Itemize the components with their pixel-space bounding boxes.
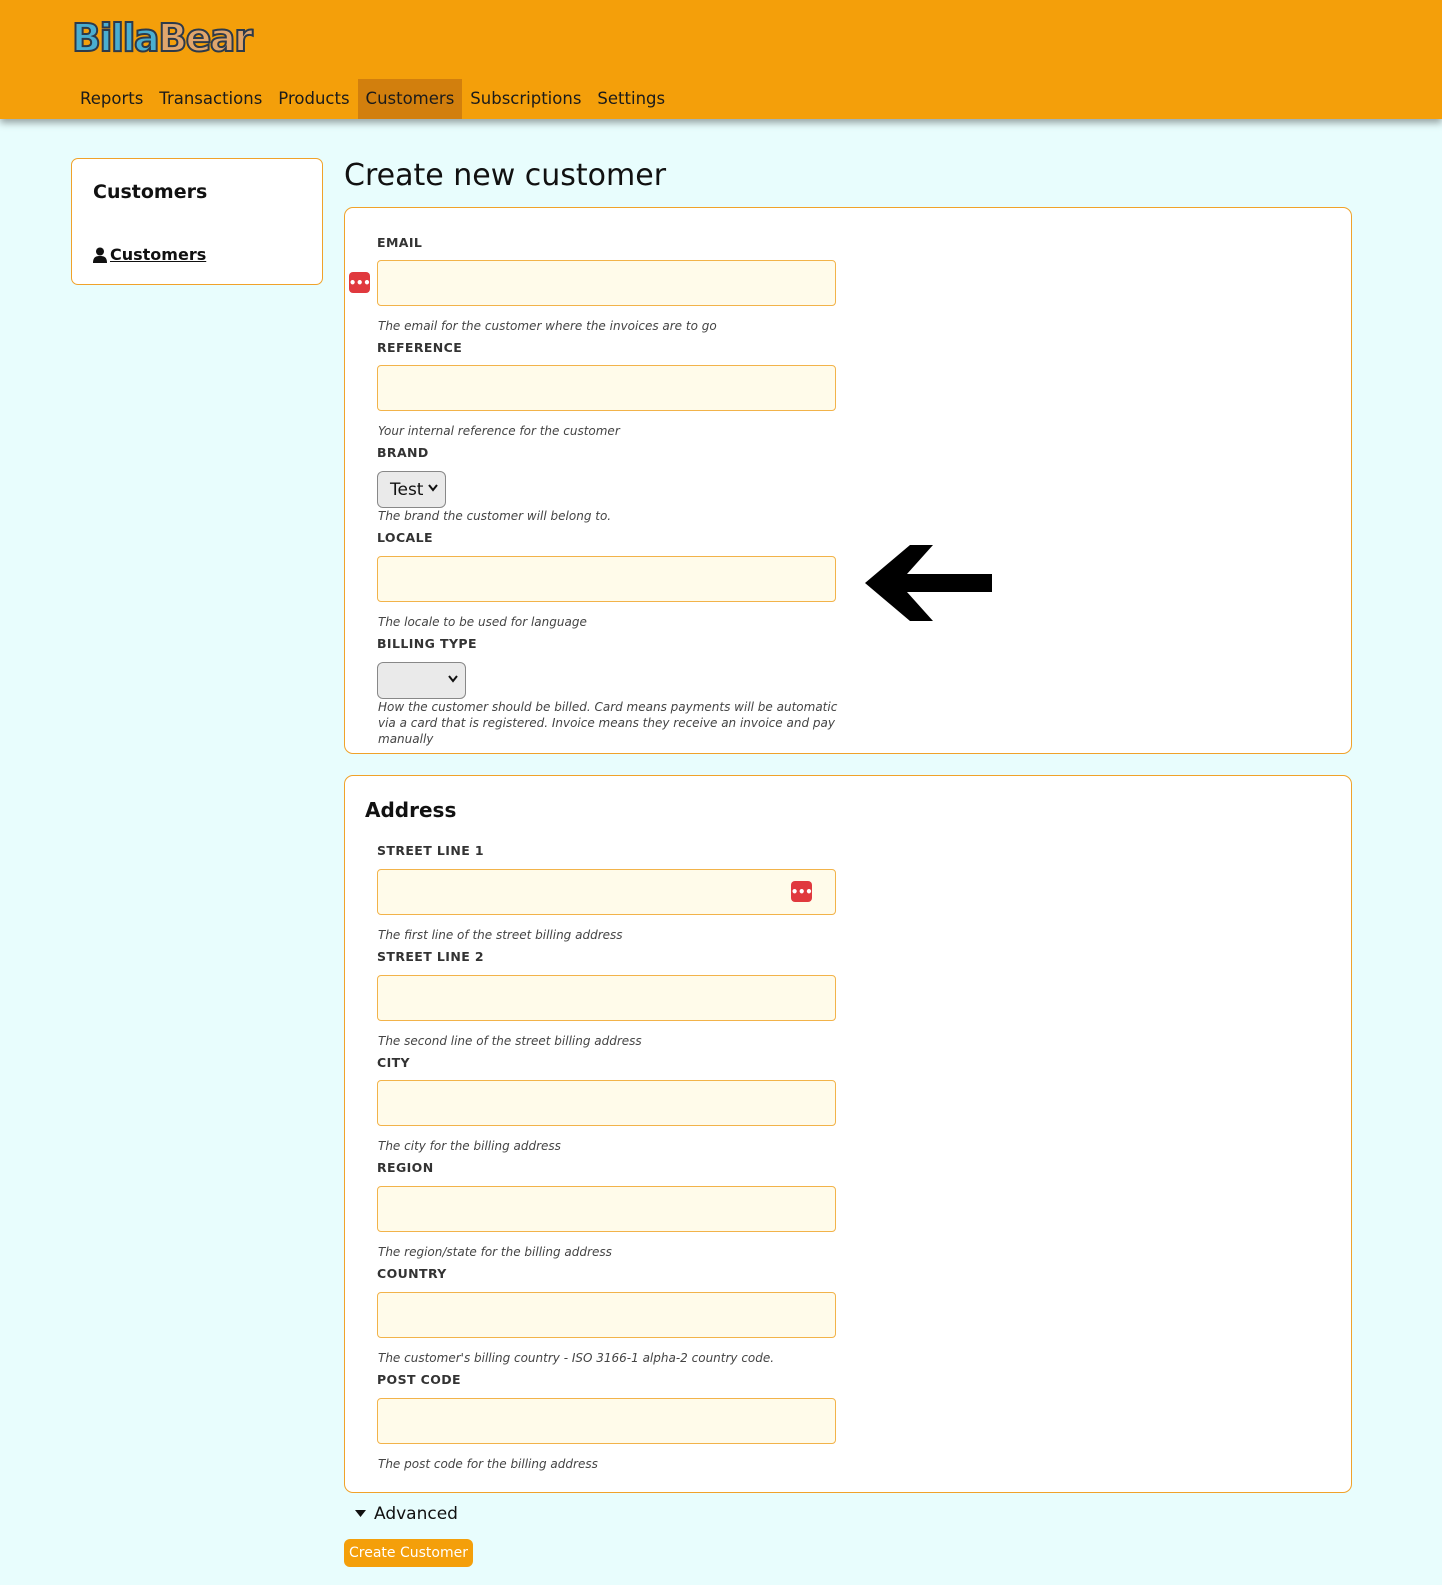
billing-type-help: How the customer should be billed. Card … — [378, 700, 838, 746]
nav-settings[interactable]: Settings — [589, 79, 673, 119]
email-help: The email for the customer where the inv… — [378, 319, 717, 333]
brand-select[interactable]: Test — [377, 471, 446, 508]
chevron-down-icon — [448, 675, 458, 683]
page-title: Create new customer — [344, 158, 667, 193]
user-icon — [93, 247, 107, 263]
city-help: The city for the billing address — [378, 1139, 561, 1153]
customer-details-card: EMAIL ••• The email for the customer whe… — [344, 207, 1352, 754]
chevron-down-icon — [428, 484, 438, 492]
sidebar-item-customers[interactable]: Customers — [93, 245, 206, 264]
brand-help: The brand the customer will belong to. — [378, 509, 612, 523]
reference-help: Your internal reference for the customer — [378, 424, 620, 438]
advanced-label: Advanced — [374, 1504, 458, 1524]
logo[interactable]: BillaBear — [71, 14, 254, 62]
city-input[interactable] — [377, 1080, 836, 1126]
logo-text-billa: Billa — [71, 15, 161, 61]
nav-reports[interactable]: Reports — [72, 79, 151, 119]
password-manager-icon[interactable]: ••• — [349, 272, 371, 293]
email-label: EMAIL — [377, 235, 423, 250]
nav-transactions[interactable]: Transactions — [151, 79, 270, 119]
billing-type-label: BILLING TYPE — [377, 636, 477, 651]
left-arrow-icon — [865, 545, 992, 621]
region-help: The region/state for the billing address — [378, 1245, 612, 1259]
locale-input[interactable] — [377, 556, 836, 602]
post-code-label: POST CODE — [377, 1372, 461, 1387]
nav-subscriptions[interactable]: Subscriptions — [462, 79, 589, 119]
post-code-input[interactable] — [377, 1398, 836, 1444]
street-line-1-input[interactable] — [377, 869, 836, 915]
top-header: BillaBear Reports Transactions Products … — [0, 0, 1442, 119]
country-input[interactable] — [377, 1292, 836, 1338]
brand-select-value: Test — [390, 479, 424, 500]
sidebar-title: Customers — [93, 181, 208, 203]
sidebar: Customers Customers — [71, 158, 323, 285]
region-input[interactable] — [377, 1186, 836, 1232]
reference-label: REFERENCE — [377, 340, 463, 355]
street-line-2-help: The second line of the street billing ad… — [378, 1034, 642, 1048]
country-help: The customer's billing country - ISO 316… — [378, 1351, 775, 1365]
street-line-2-label: STREET LINE 2 — [377, 949, 484, 964]
main-nav: Reports Transactions Products Customers … — [72, 79, 673, 119]
address-title: Address — [365, 798, 457, 822]
post-code-help: The post code for the billing address — [378, 1457, 598, 1471]
nav-products[interactable]: Products — [270, 79, 357, 119]
reference-input[interactable] — [377, 365, 836, 411]
password-manager-icon[interactable]: ••• — [791, 881, 813, 902]
sidebar-item-label: Customers — [110, 245, 207, 264]
email-input[interactable] — [377, 260, 836, 306]
create-customer-button[interactable]: Create Customer — [344, 1539, 473, 1567]
region-label: REGION — [377, 1160, 434, 1175]
street-line-1-help: The first line of the street billing add… — [378, 928, 623, 942]
advanced-toggle[interactable]: Advanced — [355, 1504, 458, 1524]
nav-customers[interactable]: Customers — [357, 79, 463, 119]
city-label: CITY — [377, 1055, 411, 1070]
street-line-2-input[interactable] — [377, 975, 836, 1021]
locale-help: The locale to be used for language — [378, 615, 587, 629]
brand-label: BRAND — [377, 445, 429, 460]
locale-label: LOCALE — [377, 530, 433, 545]
address-card: Address STREET LINE 1 ••• The first line… — [344, 775, 1352, 1493]
logo-text-bear: Bear — [157, 15, 254, 61]
street-line-1-label: STREET LINE 1 — [377, 843, 484, 858]
billing-type-select[interactable] — [377, 662, 466, 699]
country-label: COUNTRY — [377, 1266, 447, 1281]
caret-down-icon — [355, 1510, 366, 1517]
